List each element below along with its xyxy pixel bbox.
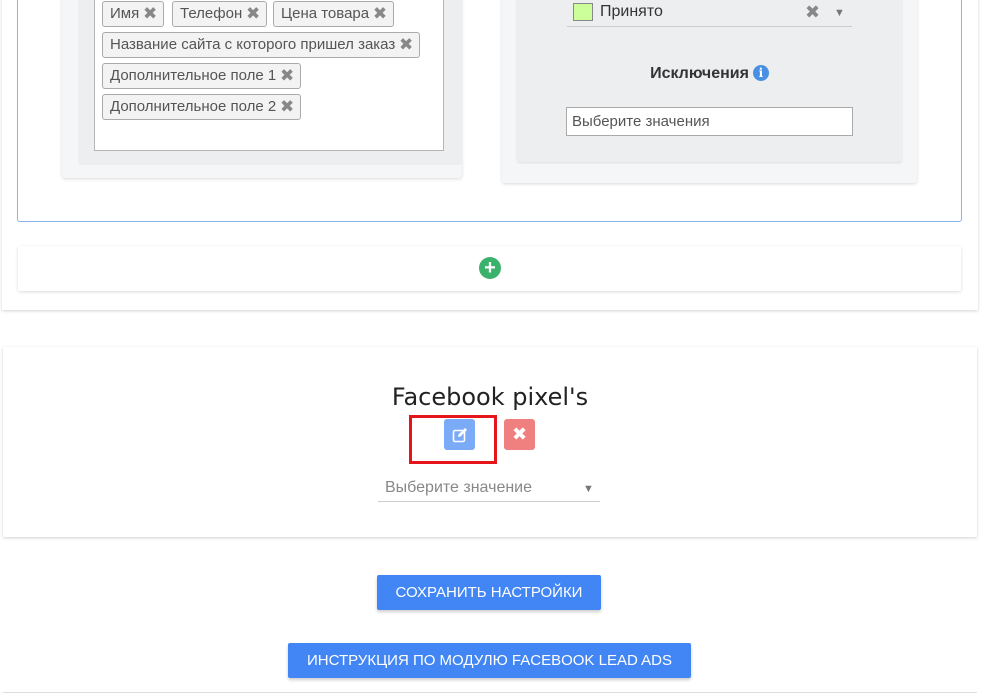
- tag-label: Телефон: [180, 5, 243, 22]
- facebook-pixels-title: Facebook pixel's: [391, 383, 589, 411]
- save-settings-button[interactable]: СОХРАНИТЬ НАСТРОЙКИ: [377, 575, 601, 610]
- delete-pixel-button[interactable]: ✖: [504, 419, 535, 450]
- exclusions-heading: Исключения i: [517, 63, 902, 85]
- field-tag-site: Название сайта с которого пришел заказ ✖: [102, 32, 421, 58]
- pixel-select-placeholder: Выберите значение: [385, 479, 533, 496]
- field-tag-extra-1: Дополнительное поле 1 ✖: [102, 63, 302, 89]
- remove-tag-icon[interactable]: ✖: [280, 64, 294, 88]
- status-selected-label: Принято: [600, 3, 663, 20]
- instruction-button[interactable]: ИНСТРУКЦИЯ ПО МОДУЛЮ FACEBOOK LEAD ADS: [288, 643, 691, 678]
- remove-tag-icon[interactable]: ✖: [143, 2, 157, 26]
- tag-label: Дополнительное поле 2: [110, 98, 277, 115]
- chevron-down-icon[interactable]: ▼: [583, 478, 594, 500]
- tag-label: Название сайта с которого пришел заказ: [110, 36, 396, 53]
- remove-tag-icon[interactable]: ✖: [246, 2, 260, 26]
- info-icon[interactable]: i: [752, 65, 769, 81]
- tag-label: Имя: [110, 5, 140, 22]
- divider: [3, 692, 977, 693]
- highlight-frame: [409, 415, 497, 464]
- field-tag-extra-2: Дополнительное поле 2 ✖: [102, 94, 302, 120]
- chevron-down-icon[interactable]: ▼: [834, 2, 845, 24]
- remove-tag-icon[interactable]: ✖: [280, 95, 294, 119]
- tag-label: Дополнительное поле 1: [110, 67, 277, 84]
- clear-selection-icon[interactable]: ✖: [805, 1, 820, 23]
- status-color-swatch: [573, 3, 593, 21]
- field-tag-name: Имя ✖: [102, 1, 165, 27]
- tag-label: Цена товара: [281, 5, 370, 22]
- remove-tag-icon[interactable]: ✖: [399, 33, 413, 57]
- plus-circle-icon[interactable]: +: [479, 257, 501, 279]
- field-tag-price: Цена товара ✖: [273, 1, 395, 27]
- field-tag-phone: Телефон ✖: [172, 1, 268, 27]
- remove-tag-icon[interactable]: ✖: [373, 2, 387, 26]
- exclusions-input[interactable]: [566, 107, 853, 136]
- exclusions-title: Исключения: [650, 65, 749, 82]
